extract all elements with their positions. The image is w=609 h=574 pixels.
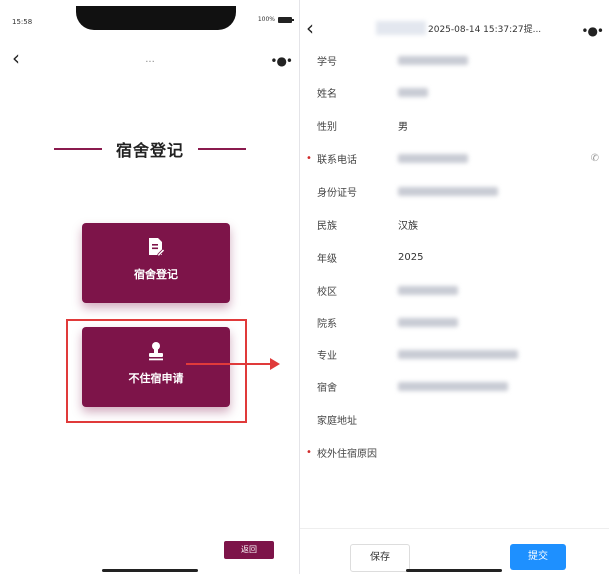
field-label: 民族 [317, 220, 337, 232]
redacted-value [398, 153, 468, 163]
heading-divider-right [198, 148, 246, 150]
tile-label: 宿舍登记 [134, 268, 178, 281]
field-value: 男 [398, 121, 408, 133]
form-row-grade[interactable]: 年级 2025 [300, 241, 609, 273]
required-marker: • [306, 152, 312, 164]
document-edit-icon [149, 238, 165, 257]
form-row-student-id[interactable]: 学号 [300, 44, 609, 76]
redacted-title-prefix [376, 21, 426, 35]
field-label: 学号 [317, 56, 337, 68]
annotation-arrow-line [186, 363, 272, 365]
field-label: 家庭地址 [317, 415, 357, 427]
phone-icon[interactable]: ✆ [591, 153, 599, 164]
form-title: 2025-08-14 15:37:27提... [376, 19, 546, 37]
annotation-arrow-head [270, 358, 280, 370]
field-label: 专业 [317, 350, 337, 362]
page-heading-row: 宿舍登记 [0, 137, 300, 161]
required-marker: • [306, 446, 312, 458]
back-chevron-icon[interactable]: ‹ [306, 18, 314, 38]
redacted-value [398, 87, 428, 97]
field-value: 2025 [398, 251, 424, 263]
form-row-off-campus-reason[interactable]: • 校外住宿原因 [300, 436, 609, 468]
field-label: 联系电话 [317, 154, 357, 166]
form-row-phone[interactable]: • 联系电话 ✆ [300, 142, 609, 174]
form-action-bar: 保存 提交 [300, 528, 609, 574]
form-row-ethnicity[interactable]: 民族 汉族 [300, 208, 609, 240]
redacted-value [398, 381, 508, 391]
field-label: 校外住宿原因 [317, 448, 377, 460]
submit-button[interactable]: 提交 [510, 544, 566, 570]
form-row-name[interactable]: 姓名 [300, 76, 609, 108]
form-row-campus[interactable]: 校区 [300, 274, 609, 306]
field-label: 校区 [317, 286, 337, 298]
nav-title: ... [145, 54, 155, 65]
phone-notch [76, 6, 236, 30]
field-value: 汉族 [398, 220, 418, 232]
heading-divider-left [53, 148, 102, 150]
status-time: 15:58 [12, 18, 33, 26]
field-label: 姓名 [317, 88, 337, 100]
page-heading: 宿舍登记 [115, 141, 184, 160]
dormitory-registration-tile[interactable]: 宿舍登记 [82, 223, 230, 303]
redacted-value [398, 285, 458, 295]
return-button[interactable]: 返回 [224, 541, 274, 559]
field-label: 身份证号 [317, 187, 357, 199]
more-menu-icon[interactable]: •●• [581, 24, 604, 38]
form-row-dormitory[interactable]: 宿舍 [300, 370, 609, 402]
redacted-value [398, 317, 458, 327]
more-menu-icon[interactable]: •●• [270, 54, 293, 68]
field-label: 院系 [317, 318, 337, 330]
form-row-gender[interactable]: 性别 男 [300, 109, 609, 141]
field-label: 宿舍 [317, 382, 337, 394]
battery-icon [278, 16, 294, 23]
right-phone-screen: ‹ 2025-08-14 15:37:27提... •●• 学号 姓名 性别 男… [300, 0, 609, 574]
field-label: 年级 [317, 253, 337, 265]
form-row-department[interactable]: 院系 [300, 306, 609, 338]
redacted-value [398, 186, 498, 196]
form-title-text: 2025-08-14 15:37:27提... [428, 24, 542, 35]
save-button[interactable]: 保存 [350, 544, 410, 572]
form-row-id-number[interactable]: 身份证号 [300, 175, 609, 207]
battery-text: 100% [257, 16, 275, 23]
left-phone-screen: 15:58 100% ‹ ... •●• 宿舍登记 宿舍登记 不住宿申请 返回 [0, 0, 300, 574]
home-indicator [102, 569, 198, 572]
redacted-value [398, 55, 468, 65]
highlight-annotation-box [66, 319, 247, 423]
form-row-home-address[interactable]: 家庭地址 [300, 403, 609, 435]
battery-indicator: 100% [257, 16, 294, 23]
home-indicator [406, 569, 502, 572]
form-row-major[interactable]: 专业 [300, 338, 609, 370]
redacted-value [398, 349, 518, 359]
field-label: 性别 [317, 121, 337, 133]
